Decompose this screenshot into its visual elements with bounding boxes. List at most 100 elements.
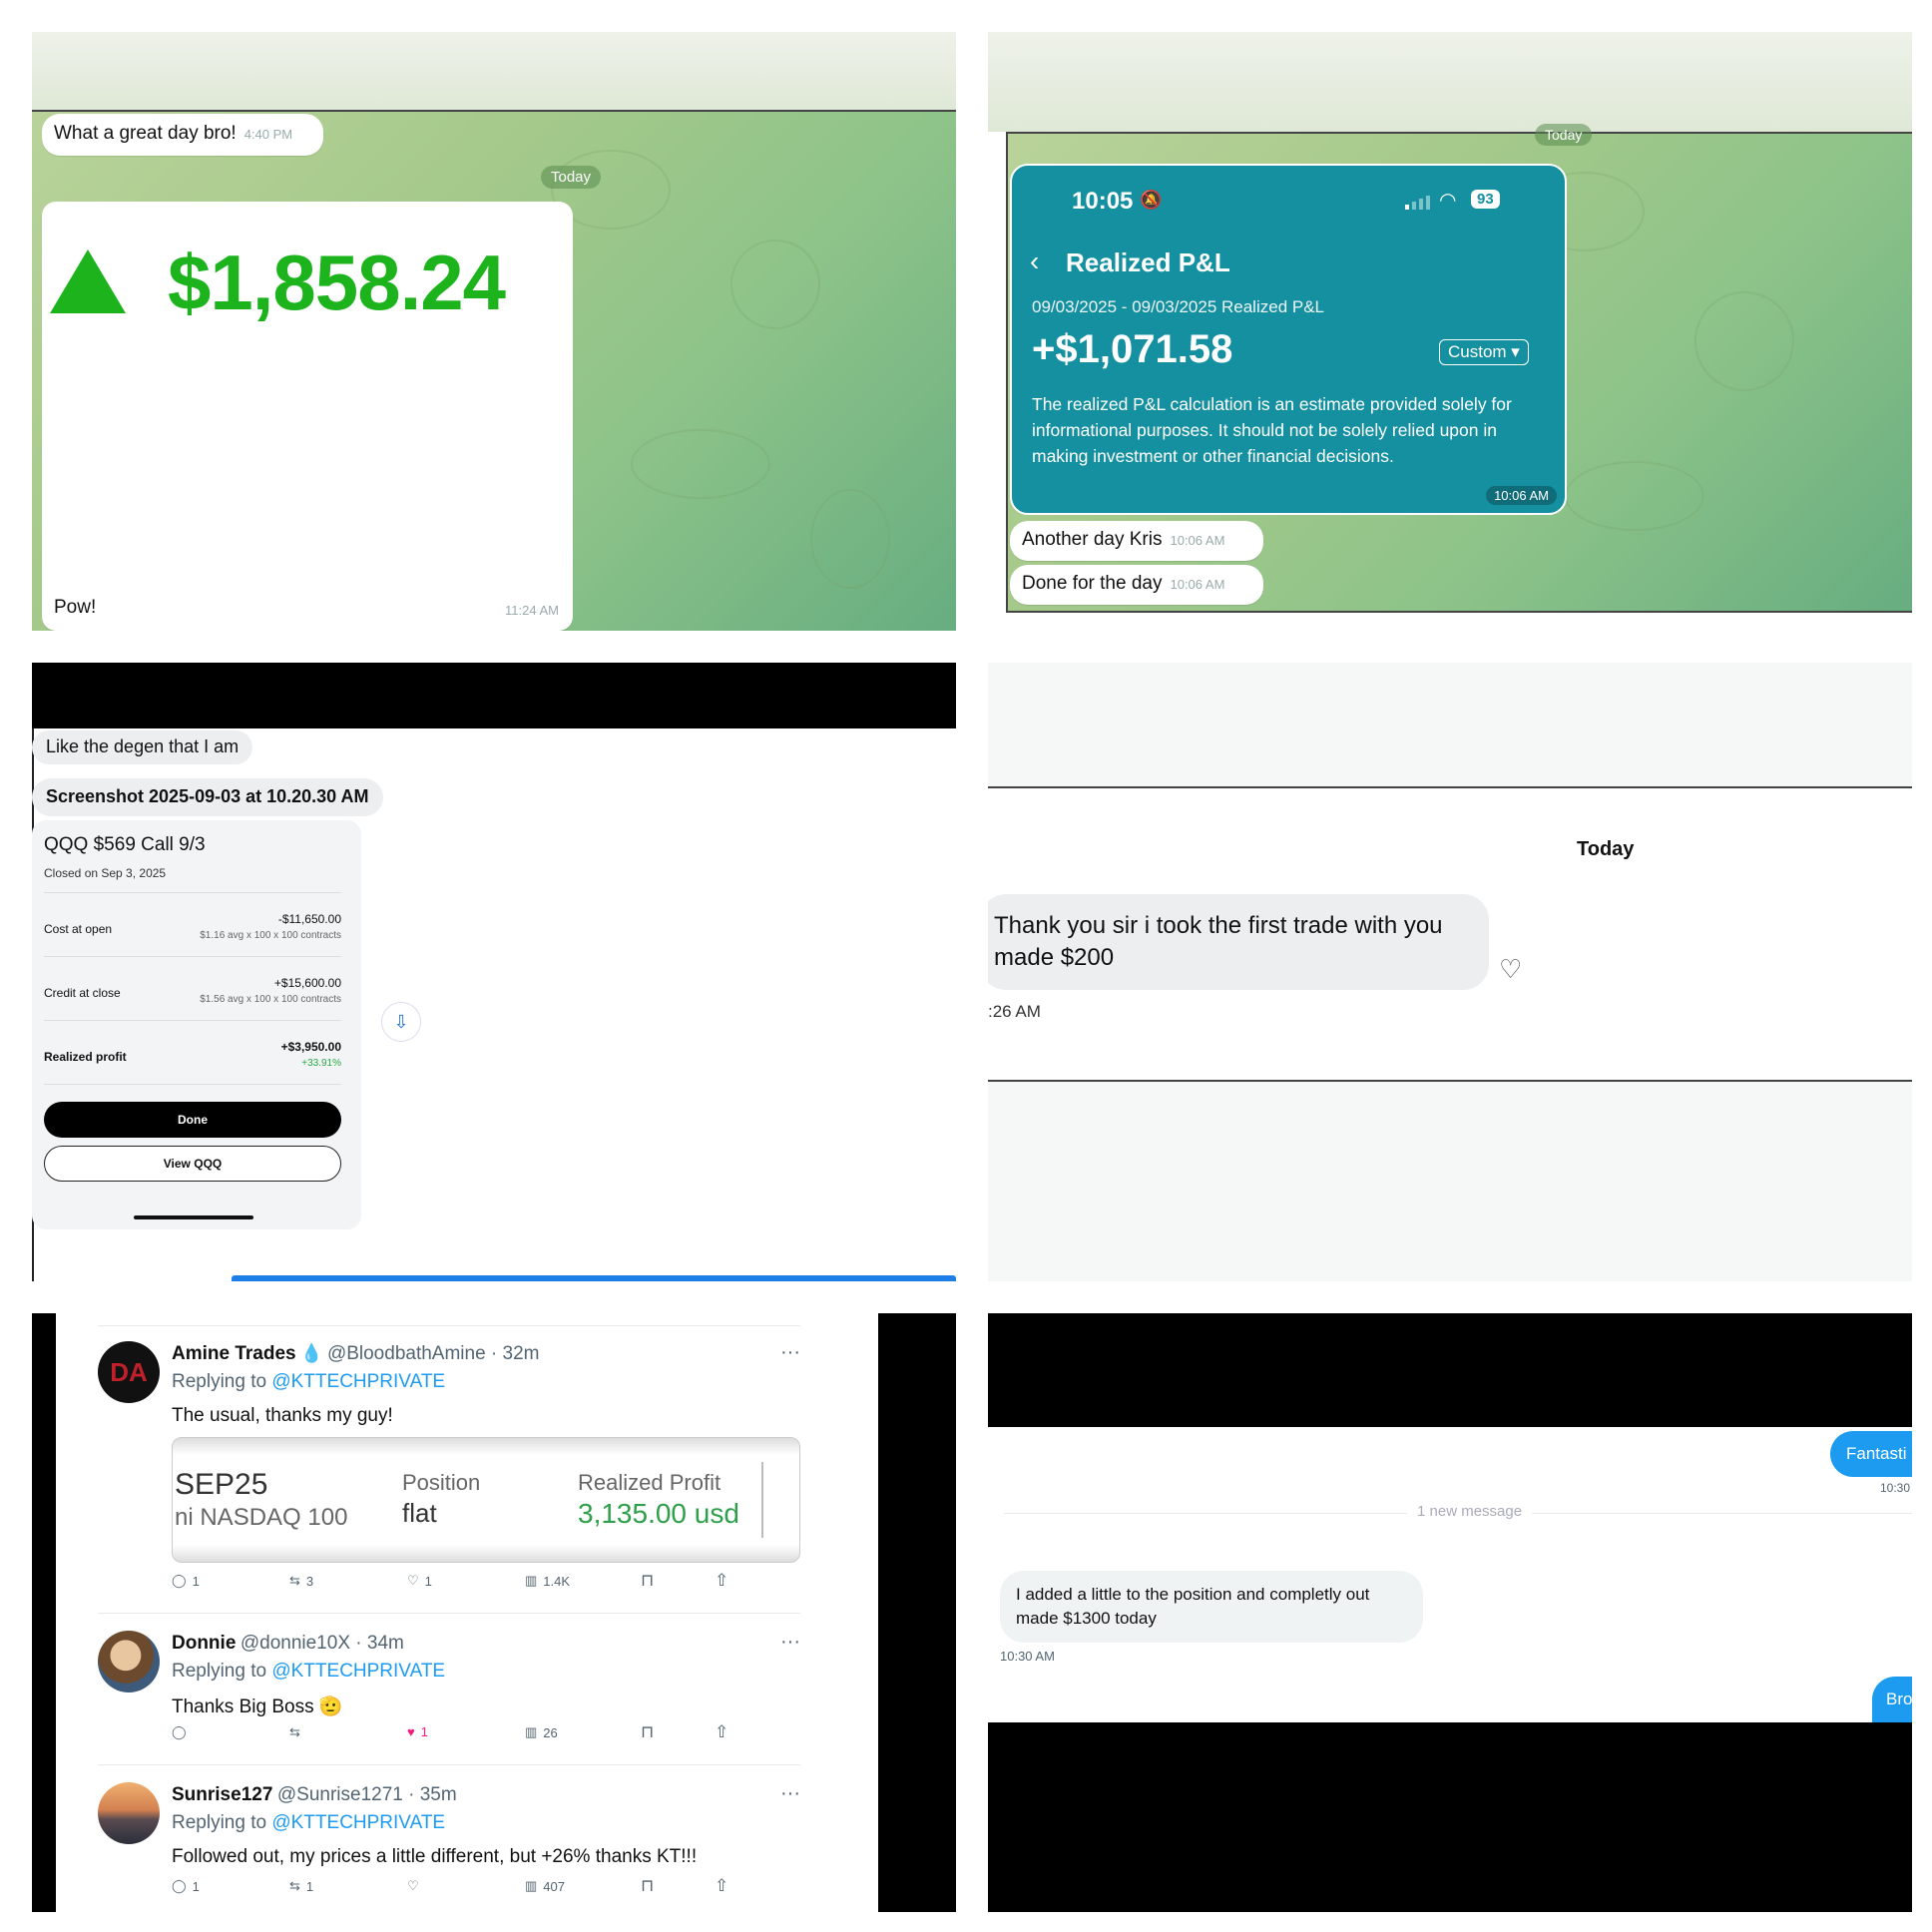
message-text: What a great day bro! bbox=[54, 123, 237, 144]
message-time: 10:06 AM bbox=[1170, 577, 1225, 592]
like-button[interactable]: ♡ bbox=[407, 1878, 425, 1894]
reply-prefix: Replying to bbox=[172, 1661, 267, 1682]
reply-button[interactable]: ◯ 1 bbox=[172, 1573, 200, 1589]
more-icon[interactable]: ··· bbox=[780, 1631, 800, 1654]
date-pill: Today bbox=[1535, 124, 1593, 146]
tweet-header: Sunrise127 @Sunrise1271 · 35m bbox=[172, 1784, 457, 1805]
bookmark-icon[interactable]: ⊓ bbox=[641, 1571, 654, 1591]
tweet-header: Amine Trades 💧 @BloodbathAmine · 32m bbox=[172, 1343, 540, 1364]
home-indicator bbox=[134, 1215, 253, 1219]
attachment-name[interactable]: Screenshot 2025-09-03 at 10.20.30 AM bbox=[32, 778, 383, 816]
date-label: Today bbox=[1577, 838, 1635, 860]
reply-prefix: Replying to bbox=[172, 1371, 267, 1392]
pnl-value: +$1,071.58 bbox=[1032, 327, 1233, 371]
message-bubble: Thank you sir i took the first trade wit… bbox=[988, 894, 1489, 990]
share-icon[interactable]: ⇧ bbox=[715, 1876, 728, 1896]
message-bubble: Another day Kris 10:06 AM bbox=[1010, 521, 1263, 561]
embed-symbol: SEP25 bbox=[175, 1468, 268, 1501]
retweet-icon: ⇆ bbox=[289, 1573, 300, 1588]
message-text: Another day Kris bbox=[1022, 529, 1163, 550]
avatar[interactable] bbox=[98, 1631, 160, 1692]
tweet-age: 32m bbox=[502, 1343, 540, 1364]
avatar[interactable]: DA bbox=[98, 1341, 160, 1403]
views-count: 407 bbox=[543, 1878, 565, 1894]
signal-icon bbox=[1405, 196, 1430, 210]
row-detail: +33.91% bbox=[301, 1058, 341, 1069]
author-name[interactable]: Amine Trades bbox=[172, 1343, 296, 1364]
reply-icon: ◯ bbox=[172, 1724, 187, 1739]
reply-button[interactable]: ◯ bbox=[172, 1724, 193, 1740]
panel-dm-1300: Fantasti 10:30 1 new message I added a l… bbox=[988, 1313, 1912, 1912]
embedded-image[interactable]: SEP25 ni NASDAQ 100 Position flat Realiz… bbox=[172, 1437, 800, 1563]
reply-to-link[interactable]: @KTTECHPRIVATE bbox=[271, 1371, 445, 1392]
bookmark-icon[interactable]: ⊓ bbox=[641, 1876, 654, 1896]
row-value: +$3,950.00 bbox=[280, 1040, 341, 1054]
reply-icon: ◯ bbox=[172, 1878, 187, 1893]
pnl-screenshot-card[interactable]: 10:05 🔕 ◠ 93 ‹ Realized P&L 09/03/2025 -… bbox=[1010, 164, 1567, 515]
message-time: 10:30 bbox=[1880, 1481, 1911, 1495]
row-detail: $1.56 avg x 100 x 100 contracts bbox=[200, 994, 341, 1005]
reply-count: 1 bbox=[192, 1878, 200, 1894]
author-handle[interactable]: @BloodbathAmine bbox=[327, 1343, 486, 1364]
reply-context: Replying to @KTTECHPRIVATE bbox=[172, 1371, 445, 1393]
message-time: :26 AM bbox=[988, 1002, 1041, 1021]
author-handle[interactable]: @Sunrise1271 bbox=[277, 1784, 403, 1805]
author-name[interactable]: Donnie bbox=[172, 1633, 236, 1654]
incoming-message: I added a little to the position and com… bbox=[1000, 1571, 1423, 1643]
battery-indicator: 93 bbox=[1471, 190, 1500, 209]
tweet-age: 35m bbox=[419, 1784, 457, 1805]
views-button[interactable]: ▥ 407 bbox=[525, 1878, 565, 1894]
author-handle[interactable]: @donnie10X bbox=[241, 1633, 350, 1654]
message-time: 4:40 PM bbox=[243, 127, 293, 142]
image-caption: Pow! bbox=[54, 597, 97, 618]
done-button[interactable]: Done bbox=[44, 1102, 341, 1138]
date-pill: Today bbox=[541, 166, 602, 189]
download-icon[interactable]: ⇩ bbox=[381, 1002, 421, 1042]
row-value: +$15,600.00 bbox=[273, 976, 341, 990]
bell-muted-icon: 🔕 bbox=[1140, 190, 1163, 210]
reply-to-link[interactable]: @KTTECHPRIVATE bbox=[271, 1812, 445, 1833]
row-label: Realized profit bbox=[44, 1050, 127, 1064]
retweet-button[interactable]: ⇆ bbox=[289, 1724, 306, 1740]
black-bar bbox=[32, 663, 956, 728]
scrollbar[interactable] bbox=[232, 1275, 956, 1281]
outgoing-message: Bro bbox=[1872, 1677, 1912, 1722]
author-name[interactable]: Sunrise127 bbox=[172, 1784, 272, 1805]
back-chevron-icon[interactable]: ‹ bbox=[1030, 245, 1039, 277]
tweet-text: The usual, thanks my guy! bbox=[172, 1405, 393, 1426]
heart-add-icon[interactable]: ♡ bbox=[1499, 954, 1522, 985]
window-top bbox=[32, 32, 956, 110]
avatar[interactable] bbox=[98, 1782, 160, 1844]
custom-range-button[interactable]: Custom ▾ bbox=[1439, 339, 1529, 365]
retweet-icon: ⇆ bbox=[289, 1724, 300, 1739]
like-button[interactable]: ♡ 1 bbox=[407, 1573, 432, 1589]
reply-prefix: Replying to bbox=[172, 1812, 267, 1833]
row-detail: $1.16 avg x 100 x 100 contracts bbox=[200, 930, 341, 941]
panel-telegram-pnl-1: What a great day bro! 4:40 PM Today $1,8… bbox=[32, 32, 956, 631]
bookmark-icon[interactable]: ⊓ bbox=[641, 1722, 654, 1742]
more-icon[interactable]: ··· bbox=[780, 1341, 800, 1364]
crop-frame bbox=[988, 1080, 1912, 1082]
like-button[interactable]: ♥ 1 bbox=[407, 1724, 428, 1739]
panel-twitter-replies: DA Amine Trades 💧 @BloodbathAmine · 32m … bbox=[32, 1313, 956, 1912]
disclaimer: The realized P&L calculation is an estim… bbox=[1032, 394, 1512, 466]
row-label: Credit at close bbox=[44, 986, 121, 1000]
date-range: 09/03/2025 - 09/03/2025 Realized P&L bbox=[1032, 297, 1325, 316]
views-button[interactable]: ▥ 1.4K bbox=[525, 1573, 570, 1589]
more-icon[interactable]: ··· bbox=[780, 1782, 800, 1805]
reply-button[interactable]: ◯ 1 bbox=[172, 1878, 200, 1894]
panel-robinhood-trade: Like the degen that I am Screenshot 2025… bbox=[32, 663, 956, 1281]
trade-screenshot[interactable]: QQQ $569 Call 9/3 Closed on Sep 3, 2025 … bbox=[32, 820, 361, 1229]
screen-title: Realized P&L bbox=[1066, 247, 1230, 277]
share-icon[interactable]: ⇧ bbox=[715, 1722, 728, 1742]
views-count: 1.4K bbox=[543, 1573, 571, 1589]
views-button[interactable]: ▥ 26 bbox=[525, 1724, 558, 1740]
image-message[interactable]: $1,858.24 Pow! 11:24 AM bbox=[42, 202, 573, 631]
share-icon[interactable]: ⇧ bbox=[715, 1571, 728, 1591]
retweet-button[interactable]: ⇆ 3 bbox=[289, 1573, 313, 1589]
closed-on: Closed on Sep 3, 2025 bbox=[44, 866, 167, 880]
reply-context: Replying to @KTTECHPRIVATE bbox=[172, 1661, 445, 1683]
retweet-button[interactable]: ⇆ 1 bbox=[289, 1878, 313, 1894]
reply-to-link[interactable]: @KTTECHPRIVATE bbox=[271, 1661, 445, 1682]
view-qqq-button[interactable]: View QQQ bbox=[44, 1146, 341, 1182]
